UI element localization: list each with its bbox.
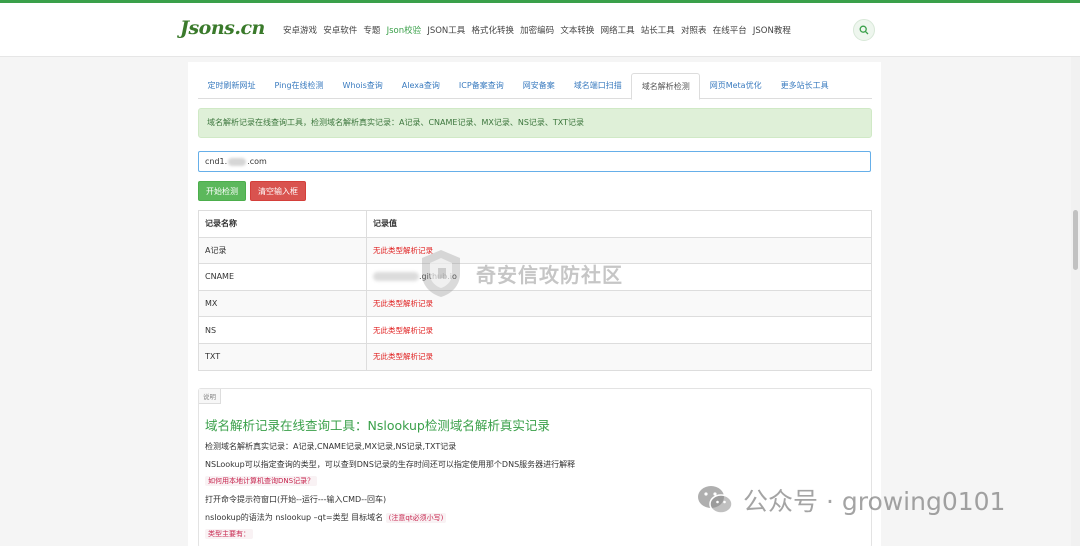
nav-item[interactable]: 安卓软件 xyxy=(323,24,357,36)
record-value-cell: 无此类型解析记录 xyxy=(366,342,872,371)
syntax-text: nslookup的语法为 nslookup –qt=类型 目标域名 xyxy=(205,513,384,522)
tab-item[interactable]: 网安备案 xyxy=(513,73,564,99)
nav-item[interactable]: 在线平台 xyxy=(713,24,747,36)
description-line-1: 检测域名解析真实记录：A记录,CNAME记录,MX记录,NS记录,TXT记录 xyxy=(205,442,457,451)
tab-item[interactable]: 定时刷新网址 xyxy=(198,73,265,99)
tab-item[interactable]: 域名端口扫描 xyxy=(564,73,631,99)
description-box: 说明 域名解析记录在线查询工具：Nslookup检测域名解析真实记录 检测域名解… xyxy=(198,388,872,546)
table-row: NS 无此类型解析记录 xyxy=(198,316,872,344)
domain-input[interactable]: cnd1. .com xyxy=(198,151,871,172)
search-button[interactable] xyxy=(853,19,875,41)
nav-item[interactable]: 对照表 xyxy=(681,24,707,36)
record-name-cell: NS xyxy=(198,316,367,344)
tab-item[interactable]: 域名解析检测 xyxy=(631,73,701,100)
nav-item[interactable]: 站长工具 xyxy=(641,24,675,36)
nav-item[interactable]: 安卓游戏 xyxy=(283,24,317,36)
tab-item[interactable]: Alexa查询 xyxy=(392,73,449,99)
header-record-name: 记录名称 xyxy=(198,210,367,238)
code-note: (注意qt必须小写) xyxy=(385,513,447,523)
nav-item[interactable]: 专题 xyxy=(363,24,380,36)
description-line-4: nslookup的语法为 nslookup –qt=类型 目标域名 (注意qt必… xyxy=(205,512,447,523)
record-value-cell: 无此类型解析记录 xyxy=(366,316,872,344)
tool-tabs: 定时刷新网址 Ping在线检测 Whois查询 Alexa查询 ICP备案查询 网安备案域… xyxy=(198,73,872,100)
search-icon xyxy=(859,25,869,35)
tab-item[interactable]: Ping在线检测 xyxy=(265,73,333,99)
info-alert: 域名解析记录在线查询工具，检测域名解析真实记录：A记录、CNAME记录、MX记录… xyxy=(198,108,872,138)
redacted-text xyxy=(373,272,419,282)
clear-input-button[interactable]: 清空输入框 xyxy=(250,181,306,201)
nav-item[interactable]: 加密编码 xyxy=(520,24,554,36)
description-title: 域名解析记录在线查询工具：Nslookup检测域名解析真实记录 xyxy=(205,418,550,433)
record-name-cell: MX xyxy=(198,289,367,318)
site-logo[interactable]: Jsons.cn xyxy=(180,17,265,39)
nav-item[interactable]: 网络工具 xyxy=(601,24,635,36)
tab-item[interactable]: 更多站长工具 xyxy=(771,73,838,99)
watermark-text: 奇安信攻防社区 xyxy=(476,262,623,287)
start-check-button[interactable]: 开始检测 xyxy=(198,181,246,201)
wechat-icon xyxy=(698,486,733,514)
description-line-types: 类型主要有： xyxy=(205,529,253,539)
scrollbar-track[interactable] xyxy=(1071,57,1080,546)
domain-suffix: .com xyxy=(247,157,267,166)
description-tag: 说明 xyxy=(199,389,221,404)
shield-logo-icon xyxy=(422,250,460,297)
watermark-account-text: 公众号 · growing0101 xyxy=(743,487,1006,516)
watermark-qianxin: 奇安信攻防社区 xyxy=(418,248,623,298)
record-name-cell: A记录 xyxy=(198,236,367,265)
nav-item[interactable]: Json校验 xyxy=(387,24,422,36)
header-record-value: 记录值 xyxy=(366,210,872,238)
scrollbar-thumb[interactable] xyxy=(1073,210,1078,270)
code-snippet: 如何用本地计算机查询DNS记录？ xyxy=(205,476,318,486)
redacted-text xyxy=(228,157,247,166)
types-label: 类型主要有： xyxy=(205,529,253,539)
record-name-cell: CNAME xyxy=(198,263,367,291)
description-line-2: NSLookup可以指定查询的类型，可以查到DNS记录的生存时间还可以指定使用那… xyxy=(205,460,576,469)
watermark-wechat: 公众号 · growing0101 xyxy=(697,482,1005,518)
domain-prefix: cnd1. xyxy=(205,157,228,166)
nav-item[interactable]: JSON工具 xyxy=(427,24,465,36)
nav-item[interactable]: 文本转换 xyxy=(560,24,594,36)
tab-item[interactable]: ICP备案查询 xyxy=(449,73,513,99)
table-row: TXT 无此类型解析记录 xyxy=(198,342,872,371)
nav-item[interactable]: JSON教程 xyxy=(753,24,791,36)
description-line-3: 打开命令提示符窗口(开始--运行---输入CMD--回车) xyxy=(205,495,387,504)
description-line-code: 如何用本地计算机查询DNS记录？ xyxy=(205,476,318,486)
record-name-cell: TXT xyxy=(198,342,367,371)
table-header-row: 记录名称 记录值 xyxy=(198,210,872,238)
main-nav: 安卓游戏 安卓软件 专题 Json校验 JSON工具 格式化转换 加密编码 文本转换 网络工具站… xyxy=(283,24,797,36)
header-navbar: Jsons.cn 安卓游戏 安卓软件 专题 Json校验 JSON工具 格式化转换 加密编码… xyxy=(0,3,1080,57)
tab-item[interactable]: Whois查询 xyxy=(333,73,392,99)
nav-item[interactable]: 格式化转换 xyxy=(471,24,514,36)
tab-item[interactable]: 网页Meta优化 xyxy=(700,73,771,99)
